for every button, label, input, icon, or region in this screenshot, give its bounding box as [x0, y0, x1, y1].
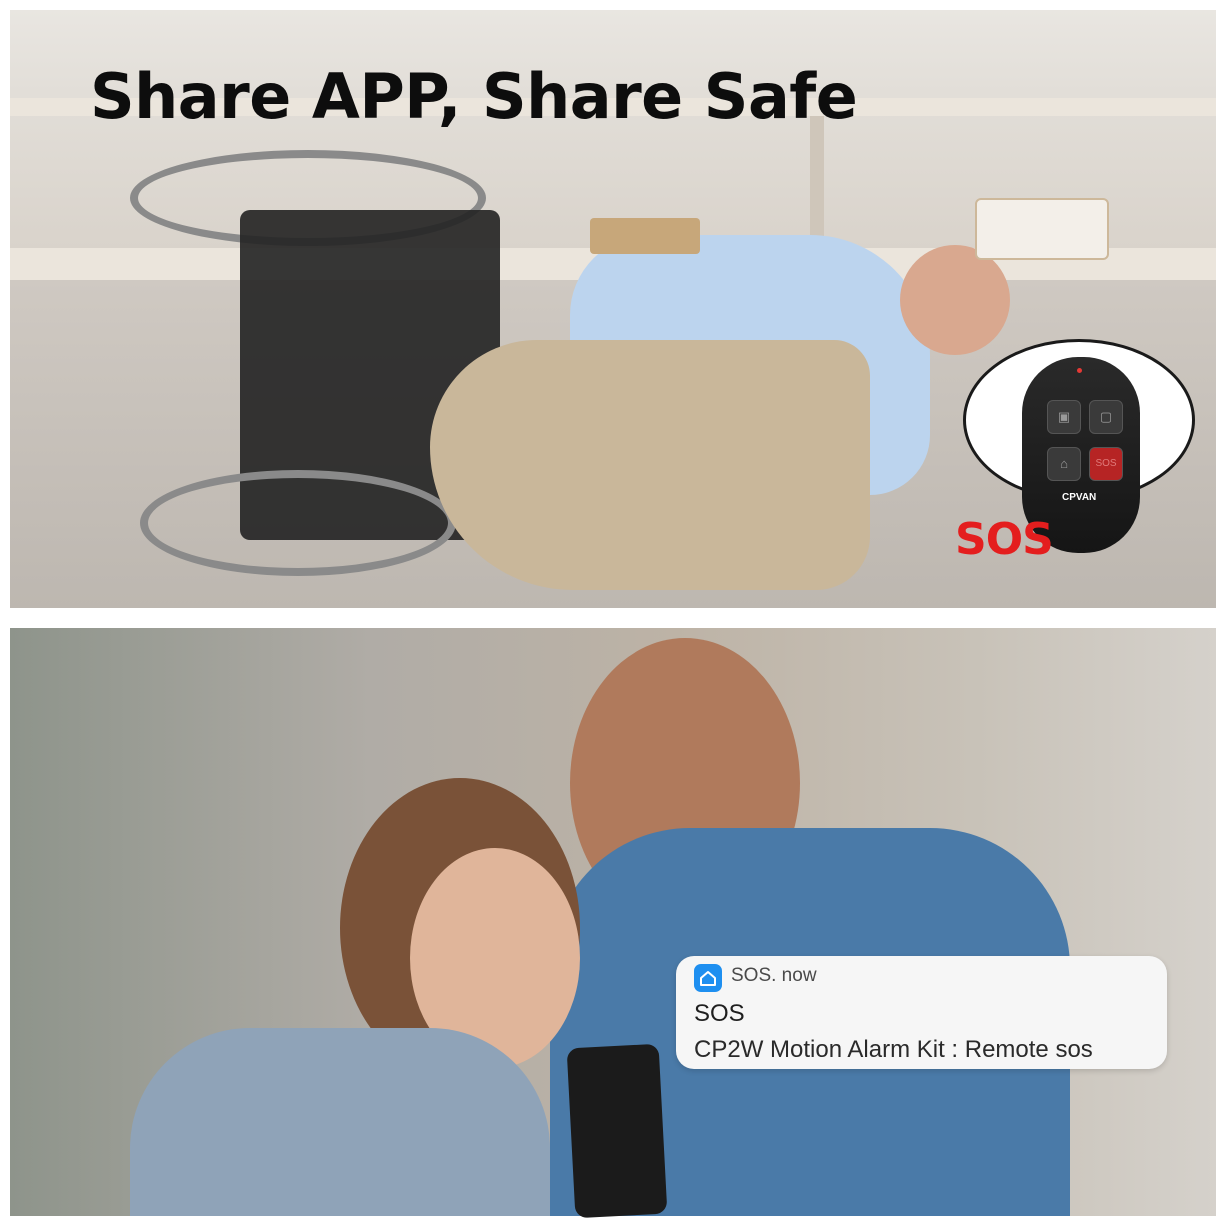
man-pants: [430, 340, 870, 590]
lock-icon: ▣: [1047, 400, 1081, 434]
shelf-post: [810, 116, 824, 248]
wheelchair-wheel: [140, 470, 456, 576]
wicker-basket: [590, 218, 700, 254]
storage-basket: [975, 198, 1109, 260]
status-led: [1077, 368, 1082, 373]
sos-callout: SOS: [955, 514, 1054, 565]
notification-body: CP2W Motion Alarm Kit : Remote sos: [694, 1036, 1093, 1063]
home-app-icon: [694, 964, 722, 992]
woman-top: [130, 1028, 550, 1216]
unlock-icon: ▢: [1089, 400, 1123, 434]
sos-button: SOS: [1089, 447, 1123, 481]
notification-title: SOS: [694, 1000, 745, 1027]
notification-app-name: SOS. now: [731, 965, 817, 986]
man-head: [900, 245, 1010, 355]
headline: Share APP, Share Safe: [90, 60, 858, 133]
smartphone: [566, 1043, 668, 1218]
home-icon: ⌂: [1047, 447, 1081, 481]
push-notification[interactable]: SOS. now SOS CP2W Motion Alarm Kit : Rem…: [676, 956, 1167, 1069]
brand-logo: CPVAN: [1062, 492, 1097, 503]
